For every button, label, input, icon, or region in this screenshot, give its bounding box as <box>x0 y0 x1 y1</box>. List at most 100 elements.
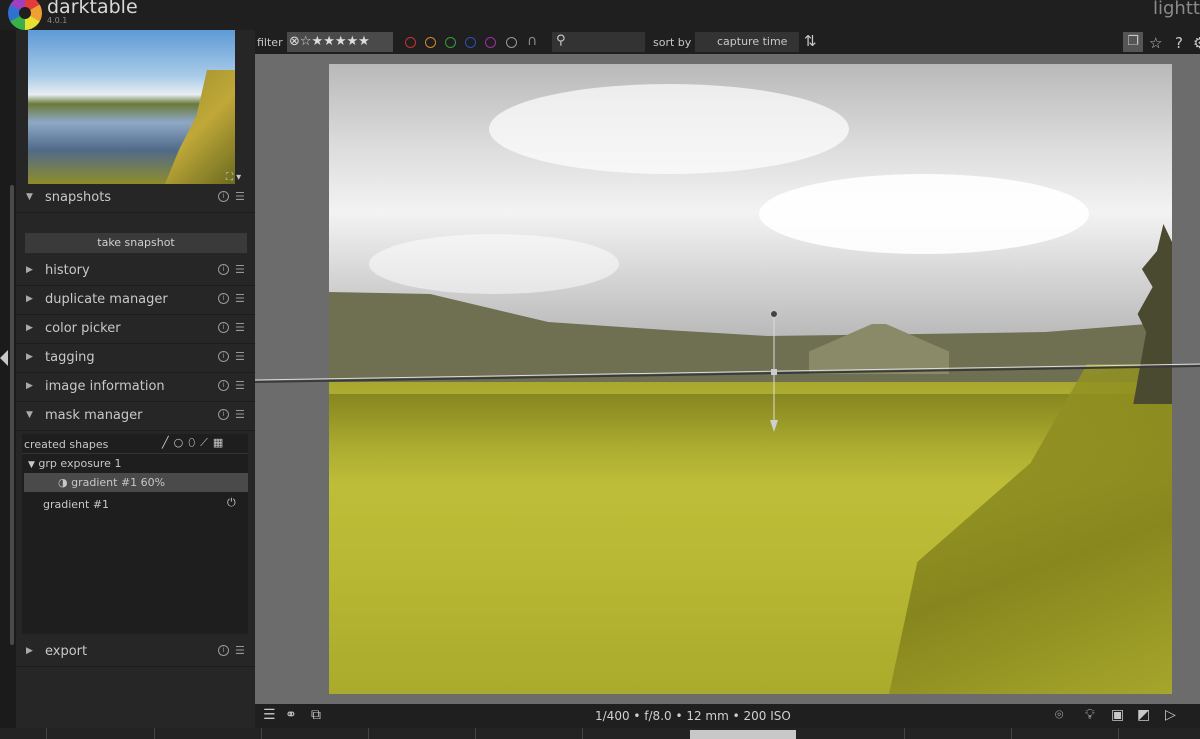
bulb-icon[interactable]: 💡︎ <box>1085 707 1095 723</box>
gradient-center-handle[interactable] <box>771 369 777 375</box>
search-input[interactable]: ⚲ <box>552 32 645 52</box>
sort-value: capture time <box>717 35 788 48</box>
created-shapes-label: created shapes <box>24 438 109 451</box>
gray-label-icon[interactable] <box>506 37 517 48</box>
filter-label: filter <box>257 36 283 49</box>
styles-icon[interactable]: ⚭ <box>285 707 297 723</box>
bottom-bar: ☰ ⚭ ⧉ 1/400 • f/8.0 • 12 mm • 200 ISO ⌾ … <box>255 704 1200 728</box>
reset-icon[interactable]: i <box>218 293 229 304</box>
presets-icon[interactable]: ☰ <box>235 408 245 421</box>
menu-icon[interactable]: ☰ <box>263 707 276 723</box>
presets-icon[interactable]: ☰ <box>235 379 245 392</box>
help-icon[interactable]: ? <box>1175 34 1183 52</box>
filmstrip-selected-thumb[interactable] <box>690 730 796 739</box>
power-icon[interactable]: ⏻ <box>227 496 236 510</box>
softproof-icon[interactable]: ▷ <box>1165 707 1176 723</box>
presets-icon[interactable]: ☰ <box>235 644 245 657</box>
gradient-line-highlight <box>255 363 1200 381</box>
expanded-arrow-icon: ▼ <box>28 460 35 470</box>
take-snapshot-button[interactable]: take snapshot <box>25 233 247 253</box>
star-icon[interactable]: ☆ <box>1149 34 1162 52</box>
second-window-icon[interactable]: ⧉ <box>311 707 321 723</box>
opacity-icon: ◑ <box>58 476 68 489</box>
green-label-icon[interactable] <box>445 37 456 48</box>
view-name[interactable]: lighttable <box>1153 0 1200 19</box>
reset-icon[interactable]: i <box>218 380 229 391</box>
exif-info: 1/400 • f/8.0 • 12 mm • 200 ISO <box>595 709 791 723</box>
top-bar: darktable 4.0.1 lighttable <box>0 0 1200 30</box>
reset-icon[interactable]: i <box>218 191 229 202</box>
rating-filter[interactable]: ⊗☆★★★★★ <box>287 32 393 52</box>
selected-shape[interactable]: ◑ gradient #1 60% <box>58 476 165 489</box>
presets-icon[interactable]: ☰ <box>235 263 245 276</box>
overexposed-icon[interactable]: ▣ <box>1111 707 1124 723</box>
filmstrip-divider <box>154 728 155 739</box>
circle-icon[interactable]: ○ <box>174 436 189 449</box>
raw-overexposed-icon[interactable]: ◩ <box>1137 707 1150 723</box>
module-label: image information <box>45 379 165 394</box>
reset-icon[interactable]: i <box>218 264 229 275</box>
selected-shape-label: gradient #1 60% <box>71 476 166 489</box>
group-row[interactable]: ▼ grp exposure 1 <box>28 457 121 470</box>
module-history[interactable]: ▶ history i ☰ <box>16 257 255 286</box>
group-label: grp exposure 1 <box>38 457 122 470</box>
yellow-label-icon[interactable] <box>425 37 436 48</box>
filter-bar: filter ⊗☆★★★★★ ∩ ⚲ sort by capture time … <box>255 30 1200 68</box>
module-duplicate-manager[interactable]: ▶ duplicate manager i ☰ <box>16 286 255 315</box>
purple-label-icon[interactable] <box>485 37 496 48</box>
app-version: 4.0.1 <box>47 16 68 25</box>
collapsed-arrow-icon: ▶ <box>26 352 33 362</box>
collapse-left-panel-icon[interactable] <box>0 350 8 366</box>
module-mask-manager[interactable]: ▼ mask manager i ☰ <box>16 402 255 431</box>
mask-manager-divider <box>22 453 248 454</box>
presets-icon[interactable]: ☰ <box>235 321 245 334</box>
presets-icon[interactable]: ☰ <box>235 292 245 305</box>
module-snapshots[interactable]: ▼ snapshots i ☰ <box>16 184 255 213</box>
expanded-arrow-icon: ▼ <box>26 192 33 202</box>
focus-peaking-icon[interactable]: ⌾ <box>1055 707 1063 723</box>
blue-label-icon[interactable] <box>465 37 476 48</box>
shape-row[interactable]: gradient #1 <box>43 498 109 511</box>
gradient-rotate-handle[interactable] <box>770 310 778 318</box>
module-label: color picker <box>45 321 121 336</box>
gradient-mask-overlay[interactable] <box>255 54 1200 704</box>
ellipse-icon[interactable]: ⬯ <box>188 436 200 449</box>
reset-icon[interactable]: i <box>218 645 229 656</box>
collapsed-arrow-icon: ▶ <box>26 381 33 391</box>
filmstrip[interactable] <box>0 728 1200 739</box>
presets-icon[interactable]: ☰ <box>235 350 245 363</box>
module-label: mask manager <box>45 408 143 423</box>
filmstrip-divider <box>1011 728 1012 739</box>
sort-order-icon[interactable]: ⇅ <box>804 32 817 50</box>
module-label: export <box>45 644 88 659</box>
path-icon[interactable]: ⟋ <box>200 436 213 449</box>
presets-icon[interactable]: ☰ <box>235 190 245 203</box>
reset-icon[interactable]: i <box>218 351 229 362</box>
filmstrip-divider <box>1118 728 1119 739</box>
sort-select[interactable]: capture time ⌄ <box>695 32 799 68</box>
module-export[interactable]: ▶ export i ☰ <box>16 638 255 667</box>
label-operator-icon[interactable]: ∩ <box>527 33 537 49</box>
reset-icon[interactable]: i <box>218 322 229 333</box>
module-image-information[interactable]: ▶ image information i ☰ <box>16 373 255 402</box>
collapsed-arrow-icon: ▶ <box>26 294 33 304</box>
brush-icon[interactable]: ╱ <box>162 436 174 449</box>
thumbnail-expand-icon[interactable]: ⛶ ▾ <box>226 172 241 183</box>
overlays-icon[interactable]: ❐ <box>1123 32 1143 52</box>
collapsed-arrow-icon: ▶ <box>26 323 33 333</box>
filmstrip-divider <box>904 728 905 739</box>
module-label: snapshots <box>45 190 112 205</box>
module-color-picker[interactable]: ▶ color picker i ☰ <box>16 315 255 344</box>
module-label: tagging <box>45 350 95 365</box>
gradient-line[interactable] <box>255 365 1200 383</box>
red-label-icon[interactable] <box>405 37 416 48</box>
settings-icon[interactable]: ⚙ <box>1193 34 1200 52</box>
filmstrip-divider <box>582 728 583 739</box>
navigation-thumbnail[interactable] <box>28 30 235 184</box>
gradient-icon[interactable]: ▦ <box>213 436 228 449</box>
module-tagging[interactable]: ▶ tagging i ☰ <box>16 344 255 373</box>
collapsed-arrow-icon: ▶ <box>26 646 33 656</box>
left-panel-scrollbar[interactable] <box>10 185 14 645</box>
module-label: history <box>45 263 90 278</box>
reset-icon[interactable]: i <box>218 409 229 420</box>
